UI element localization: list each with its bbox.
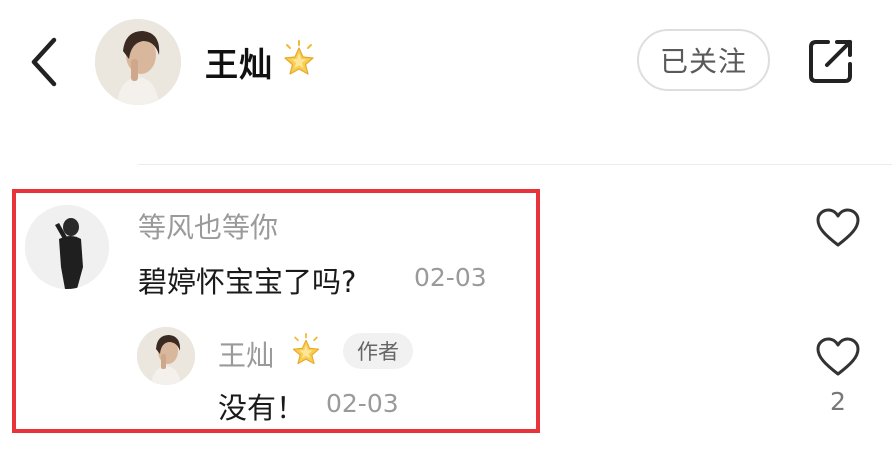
follow-button[interactable]: 已关注 <box>637 29 770 91</box>
back-button[interactable] <box>22 34 66 90</box>
avatar-image <box>137 327 195 385</box>
profile-avatar[interactable] <box>95 19 181 105</box>
commenter-username[interactable]: 等风也等你 <box>138 206 278 246</box>
avatar-image <box>95 19 181 105</box>
reply-date: 02-03 <box>326 389 399 418</box>
star-badge-icon <box>288 333 324 369</box>
reply-like-button[interactable] <box>815 335 861 379</box>
author-badge: 作者 <box>343 333 413 369</box>
heart-icon <box>816 337 860 376</box>
back-arrow-icon <box>31 37 57 87</box>
heart-icon <box>816 208 860 247</box>
like-count: 2 <box>830 387 846 416</box>
divider <box>138 164 892 165</box>
comment-date: 02-03 <box>414 263 487 292</box>
commenter-avatar[interactable] <box>25 205 109 289</box>
like-button[interactable] <box>815 206 861 250</box>
reply-username[interactable]: 王灿 <box>218 334 274 374</box>
star-badge-icon <box>279 40 319 80</box>
share-button[interactable] <box>806 36 856 86</box>
reply-avatar[interactable] <box>137 327 195 385</box>
reply-text: 没有！ <box>218 391 306 425</box>
comment-text: 碧婷怀宝宝了吗? <box>138 265 357 299</box>
share-icon <box>809 40 852 83</box>
avatar-image <box>25 205 109 289</box>
page-title: 王灿 <box>205 45 273 84</box>
